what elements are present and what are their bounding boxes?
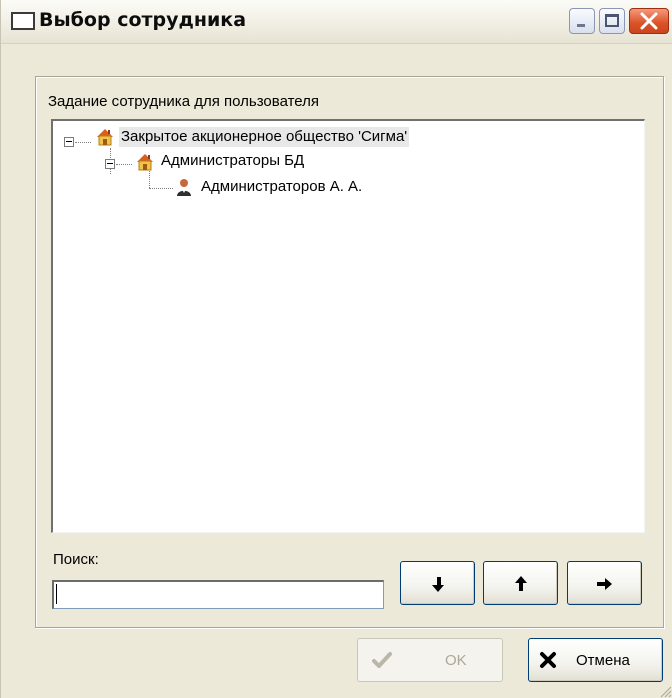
maximize-icon xyxy=(605,14,619,27)
house-icon xyxy=(137,154,153,171)
close-button[interactable] xyxy=(629,8,669,34)
arrow-right-icon xyxy=(597,578,612,590)
ok-button-label: OK xyxy=(445,652,467,669)
collapse-toggle-root[interactable] xyxy=(64,137,74,147)
maximize-button[interactable] xyxy=(599,8,625,34)
close-icon xyxy=(640,12,658,30)
cancel-button[interactable]: Отмена xyxy=(528,638,663,682)
minimize-icon xyxy=(577,24,585,27)
title-bar[interactable]: Выбор сотрудника xyxy=(1,0,672,44)
dialog-window: Выбор сотрудника Задание сотрудника для … xyxy=(0,0,672,698)
minimize-button[interactable] xyxy=(569,8,595,34)
person-icon xyxy=(177,179,191,196)
search-input[interactable] xyxy=(52,580,384,609)
arrow-up-icon xyxy=(515,576,527,591)
organization-tree[interactable]: Закрытое акционерное общество 'Сигма' Ад… xyxy=(51,119,645,533)
x-icon xyxy=(540,652,556,668)
find-previous-button[interactable] xyxy=(400,561,475,605)
ok-button[interactable]: OK xyxy=(357,638,503,682)
checkmark-icon xyxy=(372,652,392,668)
window-title: Выбор сотрудника xyxy=(39,9,247,31)
tree-node-label: Администраторов А. А. xyxy=(201,178,363,195)
text-caret xyxy=(56,584,57,604)
tree-line xyxy=(116,164,132,165)
tree-line xyxy=(75,142,91,143)
group-label: Задание сотрудника для пользователя xyxy=(48,93,319,110)
search-label: Поиск: xyxy=(53,551,99,568)
resize-grip-icon[interactable] xyxy=(656,682,672,698)
collapse-toggle-admins[interactable] xyxy=(105,159,115,169)
tree-node-label: Администраторы БД xyxy=(161,152,305,169)
find-up-button[interactable] xyxy=(483,561,558,605)
find-next-button[interactable] xyxy=(567,561,642,605)
tree-line xyxy=(149,171,150,188)
house-icon xyxy=(97,129,113,146)
tree-node-label: Закрытое акционерное общество 'Сигма' xyxy=(119,127,410,147)
window-icon xyxy=(11,12,35,30)
tree-line xyxy=(149,188,173,189)
cancel-button-label: Отмена xyxy=(576,652,630,669)
arrow-down-icon xyxy=(432,577,444,592)
